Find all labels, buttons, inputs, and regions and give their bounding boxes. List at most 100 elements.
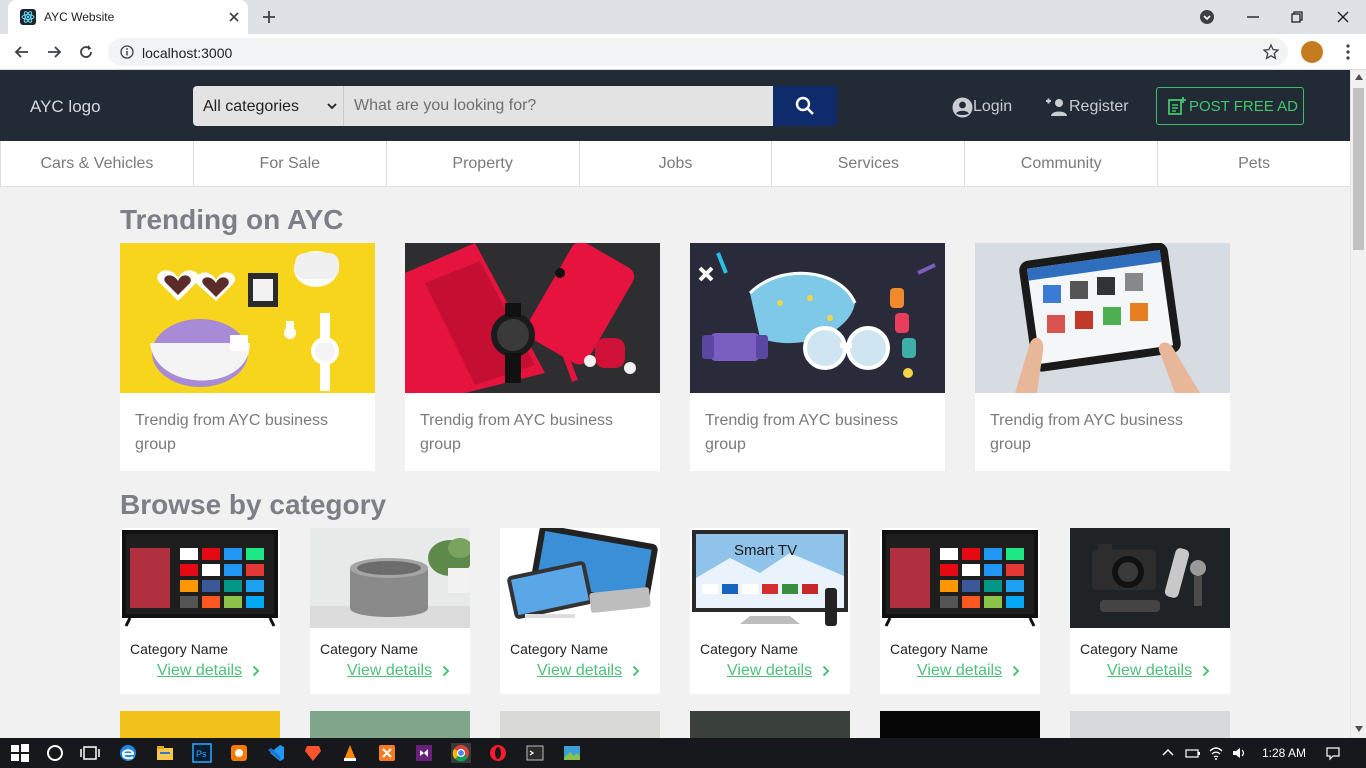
category-name: Category Name: [700, 641, 799, 657]
visual-studio-icon[interactable]: [414, 743, 434, 763]
register-link[interactable]: Register: [1045, 96, 1129, 118]
scroll-thumb[interactable]: [1353, 88, 1364, 250]
nav-pets[interactable]: Pets: [1157, 141, 1350, 186]
chevron-down-icon: [326, 101, 338, 111]
search-input[interactable]: [344, 86, 773, 126]
reload-icon[interactable]: [76, 42, 96, 62]
chevron-right-icon: [1202, 665, 1210, 677]
scroll-up-icon[interactable]: [1355, 74, 1363, 80]
browser-tab-bar: AYC Website: [0, 0, 1366, 34]
trending-image: [120, 243, 375, 393]
notification-icon[interactable]: [1325, 745, 1341, 761]
nav-services[interactable]: Services: [771, 141, 964, 186]
photoshop-icon[interactable]: Ps: [192, 743, 212, 763]
view-details-link[interactable]: View details: [727, 662, 830, 680]
login-label: Login: [973, 98, 1013, 115]
register-label: Register: [1069, 98, 1129, 115]
close-tab-icon[interactable]: [226, 9, 242, 25]
restore-icon[interactable]: [1286, 6, 1308, 28]
omnibox[interactable]: localhost:3000: [108, 38, 1288, 66]
view-details-label: View details: [727, 662, 813, 679]
nav-community[interactable]: Community: [964, 141, 1157, 186]
nav-jobs[interactable]: Jobs: [578, 141, 772, 186]
browse-title: Browse by category: [120, 489, 387, 520]
category-image: [500, 528, 660, 628]
category-image: [1070, 528, 1230, 628]
info-icon[interactable]: [120, 45, 134, 59]
trending-caption: Trendig from AYC business group: [135, 412, 328, 453]
media-app-icon[interactable]: [229, 743, 249, 763]
category-name: Category Name: [890, 641, 989, 657]
trending-card[interactable]: Trendig from AYC business group: [120, 243, 375, 471]
chrome-icon[interactable]: [451, 743, 471, 763]
terminal-icon[interactable]: [525, 743, 545, 763]
file-explorer-icon[interactable]: [155, 743, 175, 763]
scroll-down-icon[interactable]: [1355, 726, 1363, 732]
trending-card[interactable]: Trendig from AYC business group: [975, 243, 1230, 471]
trending-title: Trending on AYC: [120, 204, 344, 235]
battery-icon[interactable]: [1185, 745, 1201, 761]
trending-image: [405, 243, 660, 393]
site-logo[interactable]: AYC logo: [30, 97, 101, 117]
category-card-partial[interactable]: [500, 711, 660, 738]
category-card[interactable]: Category Name View details: [880, 528, 1040, 694]
trending-card[interactable]: Trendig from AYC business group: [405, 243, 660, 471]
back-arrow-icon[interactable]: [12, 42, 32, 62]
close-window-icon[interactable]: [1332, 6, 1354, 28]
brave-icon[interactable]: [303, 743, 323, 763]
trending-card[interactable]: Trendig from AYC business group: [690, 243, 945, 471]
tray-chevron-up-icon[interactable]: [1160, 745, 1176, 761]
browser-menu-icon[interactable]: [1338, 42, 1358, 62]
page-scrollbar[interactable]: [1350, 70, 1366, 738]
photos-icon[interactable]: [562, 743, 582, 763]
nav-cars-vehicles[interactable]: Cars & Vehicles: [0, 141, 193, 186]
clock-time[interactable]: 1:28 AM: [1262, 746, 1306, 760]
category-card-partial[interactable]: [1070, 711, 1230, 738]
view-details-link[interactable]: View details: [537, 662, 640, 680]
windows-start-icon[interactable]: [10, 743, 30, 763]
category-card[interactable]: Category Name View details: [1070, 528, 1230, 694]
vlc-icon[interactable]: [340, 743, 360, 763]
view-details-label: View details: [537, 662, 623, 679]
category-card-partial[interactable]: [310, 711, 470, 738]
xampp-icon[interactable]: [377, 743, 397, 763]
login-link[interactable]: Login: [952, 96, 1012, 118]
cortana-search-icon[interactable]: [45, 743, 65, 763]
trending-caption: Trendig from AYC business group: [420, 412, 613, 453]
opera-icon[interactable]: [488, 743, 508, 763]
post-free-ad-button[interactable]: POST FREE AD: [1156, 87, 1304, 125]
tab-search-icon[interactable]: [1196, 6, 1218, 28]
nav-property[interactable]: Property: [385, 141, 579, 186]
post-ad-icon: [1168, 97, 1186, 115]
bookmark-star-icon[interactable]: [1262, 43, 1280, 61]
category-image: [120, 528, 280, 628]
view-details-link[interactable]: View details: [917, 662, 1020, 680]
wifi-icon[interactable]: [1208, 745, 1224, 761]
search-button[interactable]: [773, 86, 837, 126]
view-details-link[interactable]: View details: [1107, 662, 1210, 680]
forward-arrow-icon[interactable]: [44, 42, 64, 62]
edge-icon[interactable]: [118, 743, 138, 763]
view-details-link[interactable]: View details: [347, 662, 450, 680]
category-card[interactable]: Category Name View details: [120, 528, 280, 694]
profile-avatar[interactable]: [1301, 41, 1323, 63]
category-card-partial[interactable]: [880, 711, 1040, 738]
view-details-link[interactable]: View details: [157, 662, 260, 680]
category-card[interactable]: Category Name View details: [310, 528, 470, 694]
category-image: [310, 528, 470, 628]
chevron-right-icon: [632, 665, 640, 677]
volume-icon[interactable]: [1231, 745, 1247, 761]
category-card-partial[interactable]: [690, 711, 850, 738]
vscode-icon[interactable]: [266, 743, 286, 763]
browser-tab[interactable]: AYC Website: [8, 0, 248, 34]
category-card[interactable]: Smart TV Category Name View details: [690, 528, 850, 694]
minimize-icon[interactable]: [1242, 6, 1264, 28]
category-name: Category Name: [510, 641, 609, 657]
nav-for-sale[interactable]: For Sale: [192, 141, 386, 186]
category-card-partial[interactable]: [120, 711, 280, 738]
category-card[interactable]: Category Name View details: [500, 528, 660, 694]
svg-text:Ps: Ps: [196, 749, 207, 759]
category-select[interactable]: All categories: [193, 86, 344, 126]
new-tab-icon[interactable]: [260, 8, 278, 26]
task-view-icon[interactable]: [80, 743, 100, 763]
